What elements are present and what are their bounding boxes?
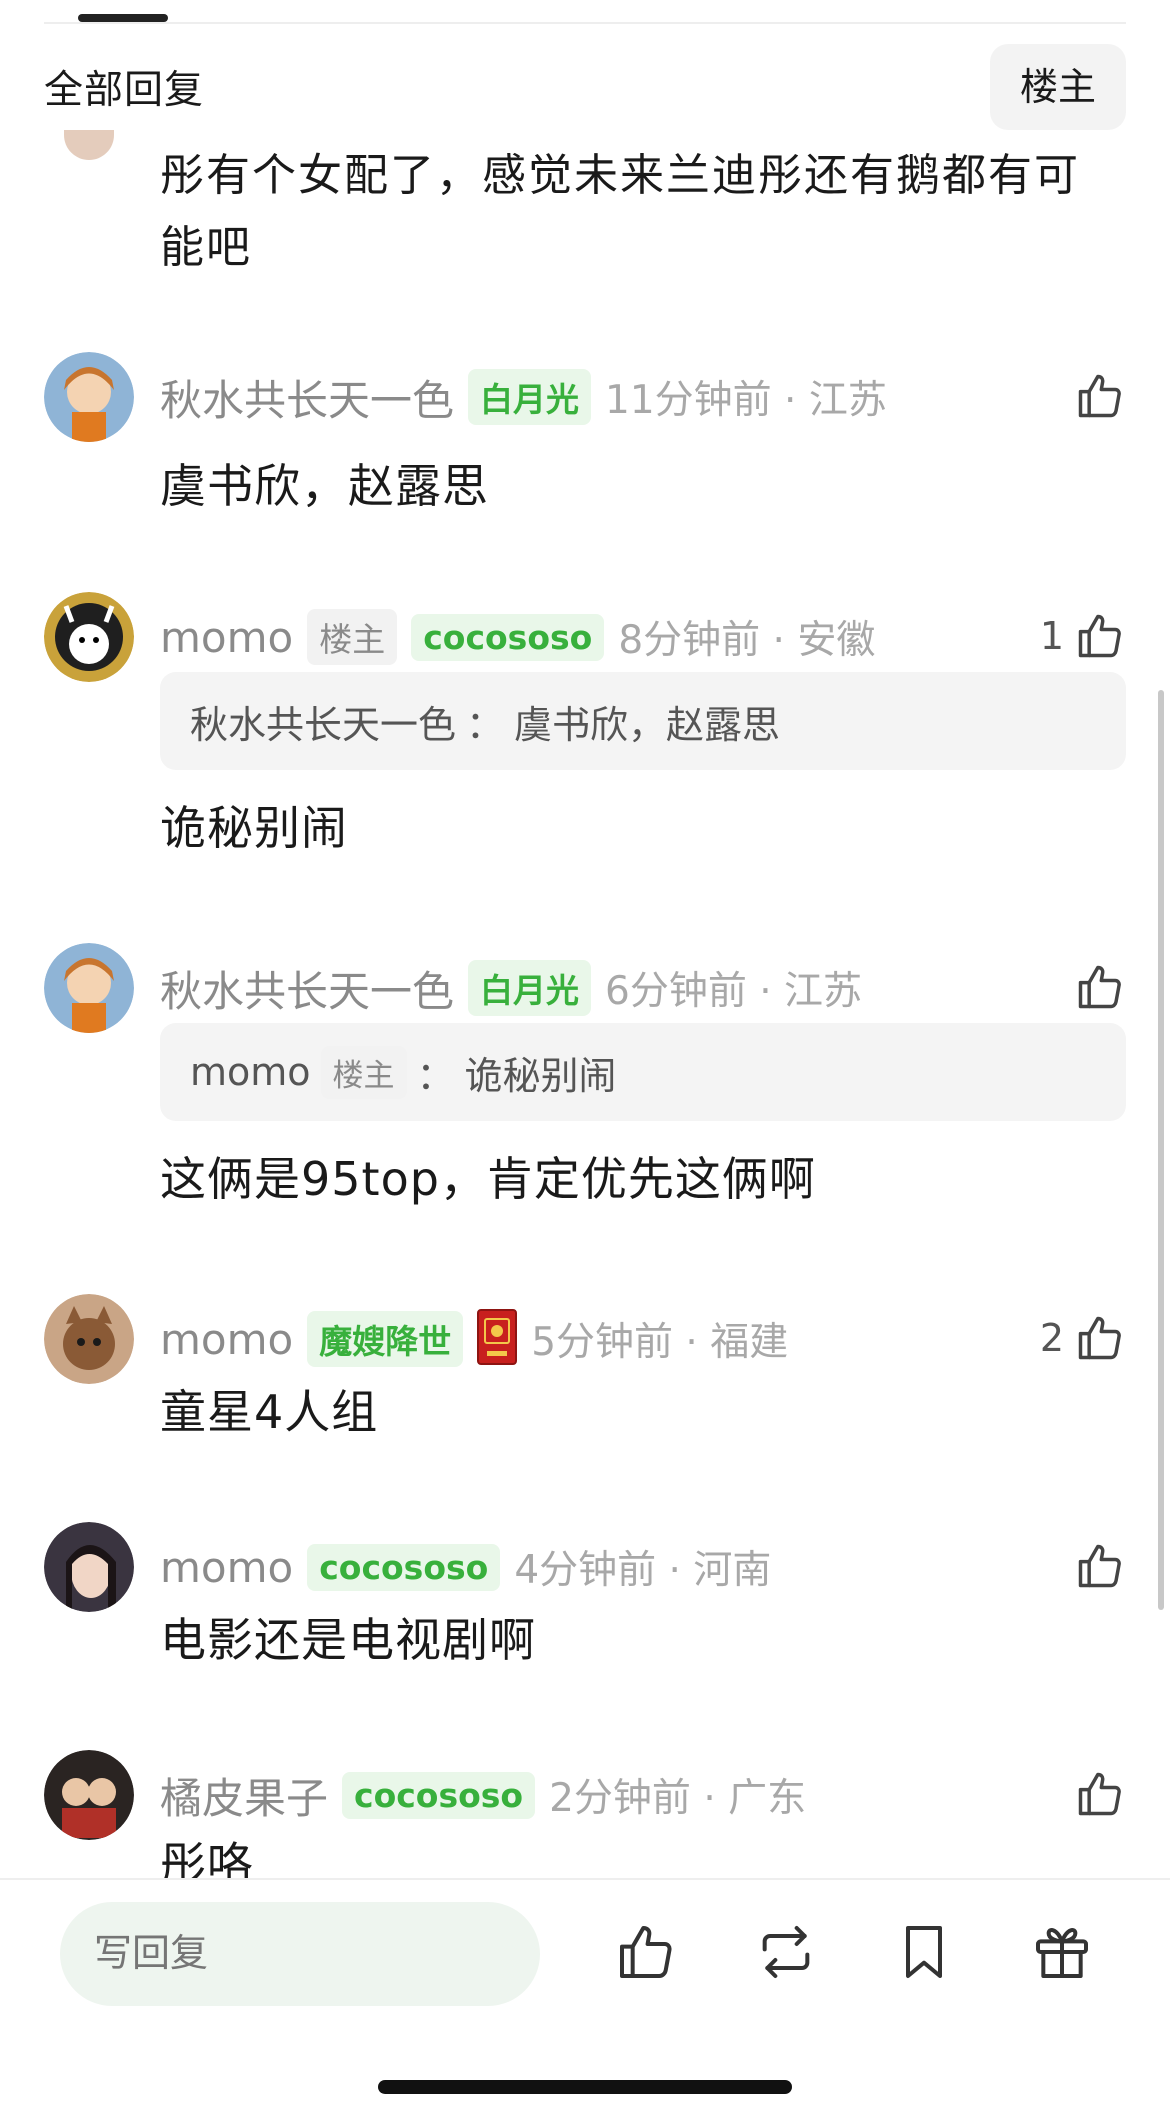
timestamp-location: 8分钟前 · 安徽 — [618, 618, 876, 663]
comment-text: 彤有个女配了，感觉未来兰迪彤还有鹅都有可能吧 — [160, 150, 1080, 273]
gift-button[interactable] — [1024, 1914, 1100, 1990]
username[interactable]: momo — [160, 1315, 293, 1364]
owner-only-filter-button[interactable]: 楼主 — [989, 44, 1126, 130]
like-count: 1 — [1039, 614, 1064, 658]
timestamp-location: 4分钟前 · 河南 — [514, 1548, 772, 1593]
avatar[interactable] — [44, 352, 134, 442]
username[interactable]: 秋水共长天一色 — [160, 958, 454, 1019]
like-post-button[interactable] — [608, 1914, 684, 1990]
owner-badge: 楼主 — [320, 1045, 407, 1099]
like-button[interactable] — [1064, 356, 1126, 436]
username[interactable]: momo — [160, 1543, 293, 1592]
comment-text: 彤咯 — [160, 1837, 254, 1878]
comment-text: 诡秘别闹 — [160, 801, 348, 855]
top-tab-indicator — [78, 14, 168, 22]
like-button[interactable] — [1064, 1526, 1126, 1606]
quoted-reply[interactable]: momo 楼主 ： 诡秘别闹 — [160, 1023, 1126, 1121]
thumb-up-icon — [1078, 1772, 1121, 1816]
quoted-text: 虞书欣，赵露思 — [514, 702, 781, 747]
comment-item: momo 魔嫂降世 5分钟前 · 福建 2 童星4人组 — [44, 1294, 1126, 1444]
comment-item: 橘皮果子 cocososo 2分钟前 · 广东 彤咯 — [44, 1750, 1126, 1878]
comment-text: 童星4人组 — [160, 1385, 379, 1439]
comment-meta: 橘皮果子 cocososo 2分钟前 · 广东 — [160, 1750, 806, 1840]
like-button[interactable] — [1064, 947, 1126, 1027]
fan-badge: cocososo — [342, 1771, 536, 1819]
comment-text: 这俩是95top，肯定优先这俩啊 — [160, 1152, 816, 1206]
quoted-reply[interactable]: 秋水共长天一色 ： 虞书欣，赵露思 — [160, 672, 1126, 770]
comment-item: momo cocososo 4分钟前 · 河南 电影还是电视剧啊 — [44, 1522, 1126, 1672]
replies-header: 全部回复 楼主 — [44, 44, 1126, 130]
bookmark-icon — [906, 1926, 942, 1978]
repost-icon — [762, 1926, 810, 1978]
comment-item: 秋水共长天一色 白月光 11分钟前 · 江苏 虞书欣，赵露思 — [44, 352, 1126, 513]
fan-badge: 魔嫂降世 — [307, 1311, 464, 1367]
owner-badge: 楼主 — [307, 609, 398, 665]
bookmark-button[interactable] — [886, 1914, 962, 1990]
avatar[interactable] — [64, 130, 114, 160]
avatar[interactable] — [44, 1522, 134, 1612]
thumb-up-icon — [1078, 965, 1121, 1009]
quoted-author: momo — [190, 1050, 311, 1094]
comment-meta: momo 魔嫂降世 5分钟前 · 福建 — [160, 1294, 788, 1384]
thumb-up-icon — [1078, 614, 1121, 658]
fan-badge: cocososo — [411, 613, 605, 661]
fan-badge: 白月光 — [468, 369, 592, 425]
thumb-up-icon — [1078, 1544, 1121, 1588]
username[interactable]: 秋水共长天一色 — [160, 367, 454, 428]
like-button[interactable]: 1 — [1040, 596, 1126, 676]
timestamp-location: 2分钟前 · 广东 — [549, 1776, 807, 1821]
comment-meta: 秋水共长天一色 白月光 6分钟前 · 江苏 — [160, 943, 862, 1033]
comment-meta: momo 楼主 cocososo 8分钟前 · 安徽 — [160, 592, 875, 682]
repost-button[interactable] — [748, 1914, 824, 1990]
timestamp-location: 6分钟前 · 江苏 — [605, 969, 863, 1014]
home-indicator — [378, 2080, 792, 2094]
gift-icon — [1036, 1928, 1088, 1978]
like-button[interactable] — [1064, 1754, 1126, 1834]
reply-input[interactable] — [60, 1902, 540, 2006]
divider — [44, 22, 1126, 24]
thumb-up-icon — [1078, 374, 1121, 418]
avatar[interactable] — [44, 1750, 134, 1840]
avatar[interactable] — [44, 592, 134, 682]
scrollbar[interactable] — [1158, 690, 1164, 1610]
avatar[interactable] — [44, 1294, 134, 1384]
comment-text: 虞书欣，赵露思 — [160, 459, 489, 513]
avatar[interactable] — [44, 943, 134, 1033]
quote-separator: ： — [416, 1053, 455, 1098]
timestamp-location: 11分钟前 · 江苏 — [605, 378, 887, 423]
thumb-up-icon — [620, 1926, 672, 1978]
comment-text: 电影还是电视剧啊 — [160, 1613, 536, 1667]
comment-item: 秋水共长天一色 白月光 6分钟前 · 江苏 momo 楼主 ： 诡秘别闹 这俩是… — [44, 943, 1126, 1213]
all-replies-title: 全部回复 — [44, 68, 205, 113]
fan-badge: 白月光 — [468, 960, 592, 1016]
comment-meta: momo cocososo 4分钟前 · 河南 — [160, 1522, 771, 1612]
username[interactable]: momo — [160, 613, 293, 662]
quoted-text: 诡秘别闹 — [464, 1053, 617, 1098]
like-button[interactable]: 2 — [1040, 1298, 1126, 1378]
fan-badge: cocososo — [307, 1543, 501, 1591]
thumb-up-icon — [1078, 1316, 1121, 1360]
username[interactable]: 橘皮果子 — [160, 1765, 328, 1826]
quote-separator: ： — [466, 702, 505, 747]
comment-meta: 秋水共长天一色 白月光 11分钟前 · 江苏 — [160, 352, 887, 442]
bottom-action-bar — [0, 1878, 1170, 2116]
quoted-author: 秋水共长天一色 — [190, 702, 457, 747]
timestamp-location: 5分钟前 · 福建 — [531, 1320, 789, 1365]
comment-item: momo 楼主 cocososo 8分钟前 · 安徽 1 秋水共长天一色 ： 虞… — [44, 592, 1126, 862]
like-count: 2 — [1039, 1316, 1064, 1360]
red-envelope-icon — [477, 1309, 518, 1369]
